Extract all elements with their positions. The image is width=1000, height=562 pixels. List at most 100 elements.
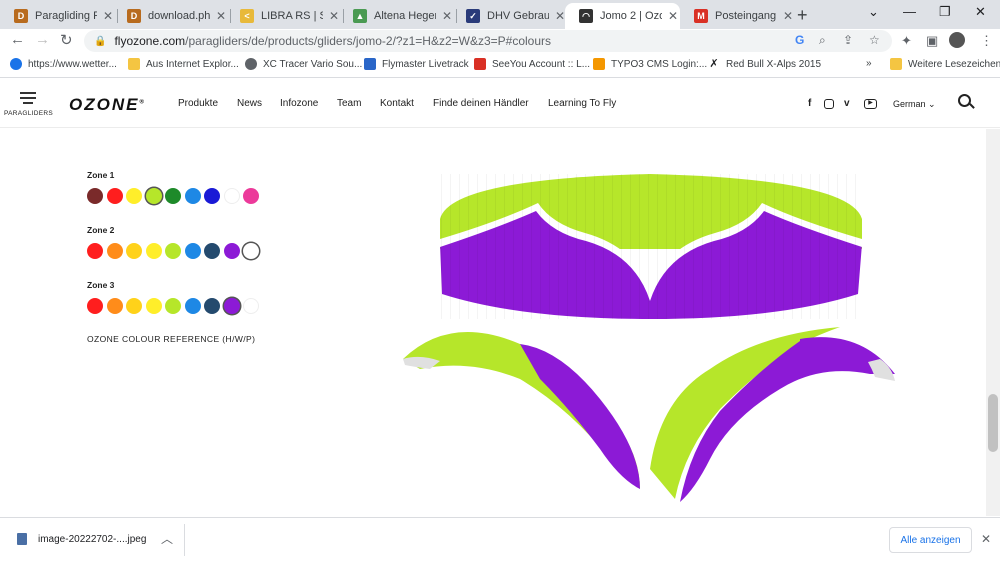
minimize-icon[interactable]: — (903, 4, 916, 19)
browser-toolbar: ← → ↻ 🔒 flyozone.com/paragliders/de/prod… (0, 29, 1000, 53)
youtube-icon[interactable]: ▶ (864, 99, 877, 109)
facebook-icon[interactable]: f (808, 98, 811, 109)
more-label: » (866, 58, 872, 69)
tab-1[interactable]: D Paragliding For ✕ (0, 3, 118, 29)
image-file-icon (17, 533, 27, 545)
close-icon[interactable]: ✕ (666, 9, 680, 23)
dhv-check-icon: ✓ (466, 9, 480, 23)
tab-2[interactable]: D download.php ✕ (113, 3, 231, 29)
url-path: /paragliders/de/products/gliders/jomo-2/… (185, 34, 552, 48)
ozone-logo[interactable]: OZONE® (69, 95, 146, 115)
bookmark-4[interactable]: Flymaster Livetrack (364, 58, 469, 70)
glider-front-view (440, 174, 862, 319)
bookmark-label: XC Tracer Vario Sou... (263, 58, 363, 70)
bookmark-1[interactable]: https://www.wetter... (10, 58, 117, 70)
close-icon[interactable]: ✕ (781, 9, 795, 23)
bookmark-3[interactable]: XC Tracer Vario Sou... (245, 58, 362, 70)
reload-icon[interactable]: ↻ (60, 31, 73, 49)
back-icon[interactable]: ← (10, 31, 25, 48)
globe-icon (10, 58, 22, 70)
bookmark-star-icon[interactable]: ☆ (869, 33, 880, 47)
tab-title: LIBRA RS | Swi (261, 10, 323, 22)
download-filename[interactable]: image-20222702-....jpeg (38, 534, 146, 545)
tab-5[interactable]: ✓ DHV Gebrauch ✕ (452, 3, 570, 29)
dhv-icon: D (127, 9, 141, 23)
nav-learning[interactable]: Learning To Fly (548, 98, 616, 109)
bookmark-label: Aus Internet Explor... (146, 58, 239, 70)
language-label: German (893, 99, 926, 109)
other-bookmarks[interactable]: Weitere Lesezeichen (890, 58, 1000, 70)
divider (184, 524, 185, 556)
google-icon[interactable]: G (795, 33, 804, 47)
lock-icon: 🔒 (94, 35, 107, 47)
bookmark-5[interactable]: SeeYou Account :: L... (474, 58, 590, 70)
restore-icon[interactable]: ❐ (939, 4, 951, 20)
download-bar: image-20222702-....jpeg ︿ Alle anzeigen … (0, 517, 1000, 562)
bookmark-label: https://www.wetter... (28, 58, 117, 70)
nav-team[interactable]: Team (337, 98, 361, 109)
nav-produkte[interactable]: Produkte (178, 98, 218, 109)
profile-avatar[interactable] (949, 32, 965, 48)
logo-text: OZONE (69, 95, 140, 114)
tab-6-active[interactable]: ◠ Jomo 2 | Ozon ✕ (565, 3, 680, 29)
tab-4[interactable]: ▲ Altena Hegens ✕ (339, 3, 457, 29)
gmail-icon: M (694, 9, 708, 23)
close-window-icon[interactable]: ✕ (975, 4, 986, 20)
nav-kontakt[interactable]: Kontakt (380, 98, 414, 109)
site-header: PARAGLIDERS OZONE® Produkte News Infozon… (0, 80, 1000, 128)
show-all-button[interactable]: Alle anzeigen (889, 527, 972, 553)
tab-title: DHV Gebrauch (487, 10, 549, 22)
glider-side-right (650, 327, 895, 502)
logo-mark: ® (139, 99, 146, 106)
sidepanel-icon[interactable]: ▣ (926, 33, 938, 49)
nav-news[interactable]: News (237, 98, 262, 109)
tab-search-icon[interactable]: ⌄ (868, 4, 879, 20)
url-host: flyozone.com (114, 34, 186, 48)
tab-title: Jomo 2 | Ozon (600, 10, 662, 22)
colour-configurator: Zone 1 Zone 2 Zone 3 OZONE COLOUR REFERE… (0, 129, 986, 516)
tab-title: download.php (148, 10, 210, 22)
bookmark-label: Weitere Lesezeichen (908, 58, 1000, 70)
page-scrollbar[interactable] (986, 129, 1000, 516)
tab-7[interactable]: M Posteingang (7 ✕ (680, 3, 795, 29)
tab-title: Posteingang (7 (715, 10, 777, 22)
landscape-icon: ▲ (353, 9, 367, 23)
more-bookmarks-icon[interactable]: » (866, 58, 872, 69)
bookmark-6[interactable]: TYPO3 CMS Login:... (593, 58, 707, 70)
zoom-icon[interactable]: ⌕ (819, 33, 826, 48)
extensions-icon[interactable]: ✦ (901, 33, 912, 49)
seeyou-icon (474, 58, 486, 70)
hamburger-icon[interactable] (20, 92, 36, 107)
vimeo-icon[interactable]: v (844, 98, 850, 109)
xctracer-icon (245, 58, 257, 70)
instagram-icon[interactable] (824, 99, 834, 109)
tab-title: Paragliding For (35, 10, 97, 22)
ozone-icon: ◠ (579, 9, 593, 23)
address-bar[interactable]: 🔒 flyozone.com/paragliders/de/products/g… (84, 30, 892, 52)
folder-icon (128, 58, 140, 70)
bookmark-2[interactable]: Aus Internet Explor... (128, 58, 239, 70)
nav-infozone[interactable]: Infozone (280, 98, 318, 109)
close-icon[interactable]: ✕ (981, 532, 991, 546)
bookmark-7[interactable]: ✗ Red Bull X-Alps 2015 (708, 58, 821, 70)
bookmark-label: Flymaster Livetrack (382, 58, 469, 70)
bookmarks-bar: https://www.wetter... Aus Internet Explo… (0, 53, 1000, 78)
share-icon[interactable]: ⇪ (843, 33, 853, 47)
menu-label: PARAGLIDERS (4, 110, 54, 117)
language-select[interactable]: German ⌄ (893, 99, 936, 110)
new-tab-icon[interactable]: + (797, 5, 808, 26)
search-icon[interactable] (958, 94, 971, 107)
bookmark-label: SeeYou Account :: L... (492, 58, 591, 70)
glider-preview (403, 174, 895, 502)
libra-icon: < (240, 9, 254, 23)
bookmark-label: TYPO3 CMS Login:... (611, 58, 708, 70)
scrollbar-thumb[interactable] (988, 394, 998, 452)
chevron-up-icon[interactable]: ︿ (161, 530, 173, 547)
chevron-down-icon: ⌄ (928, 99, 936, 109)
dhv-icon: D (14, 9, 28, 23)
nav-haendler[interactable]: Finde deinen Händler (433, 98, 529, 109)
forward-icon[interactable]: → (35, 31, 50, 48)
tab-3[interactable]: < LIBRA RS | Swi ✕ (226, 3, 344, 29)
menu-dots-icon[interactable]: ⋮ (980, 33, 993, 49)
tab-strip: D Paragliding For ✕ D download.php ✕ < L… (0, 0, 1000, 29)
